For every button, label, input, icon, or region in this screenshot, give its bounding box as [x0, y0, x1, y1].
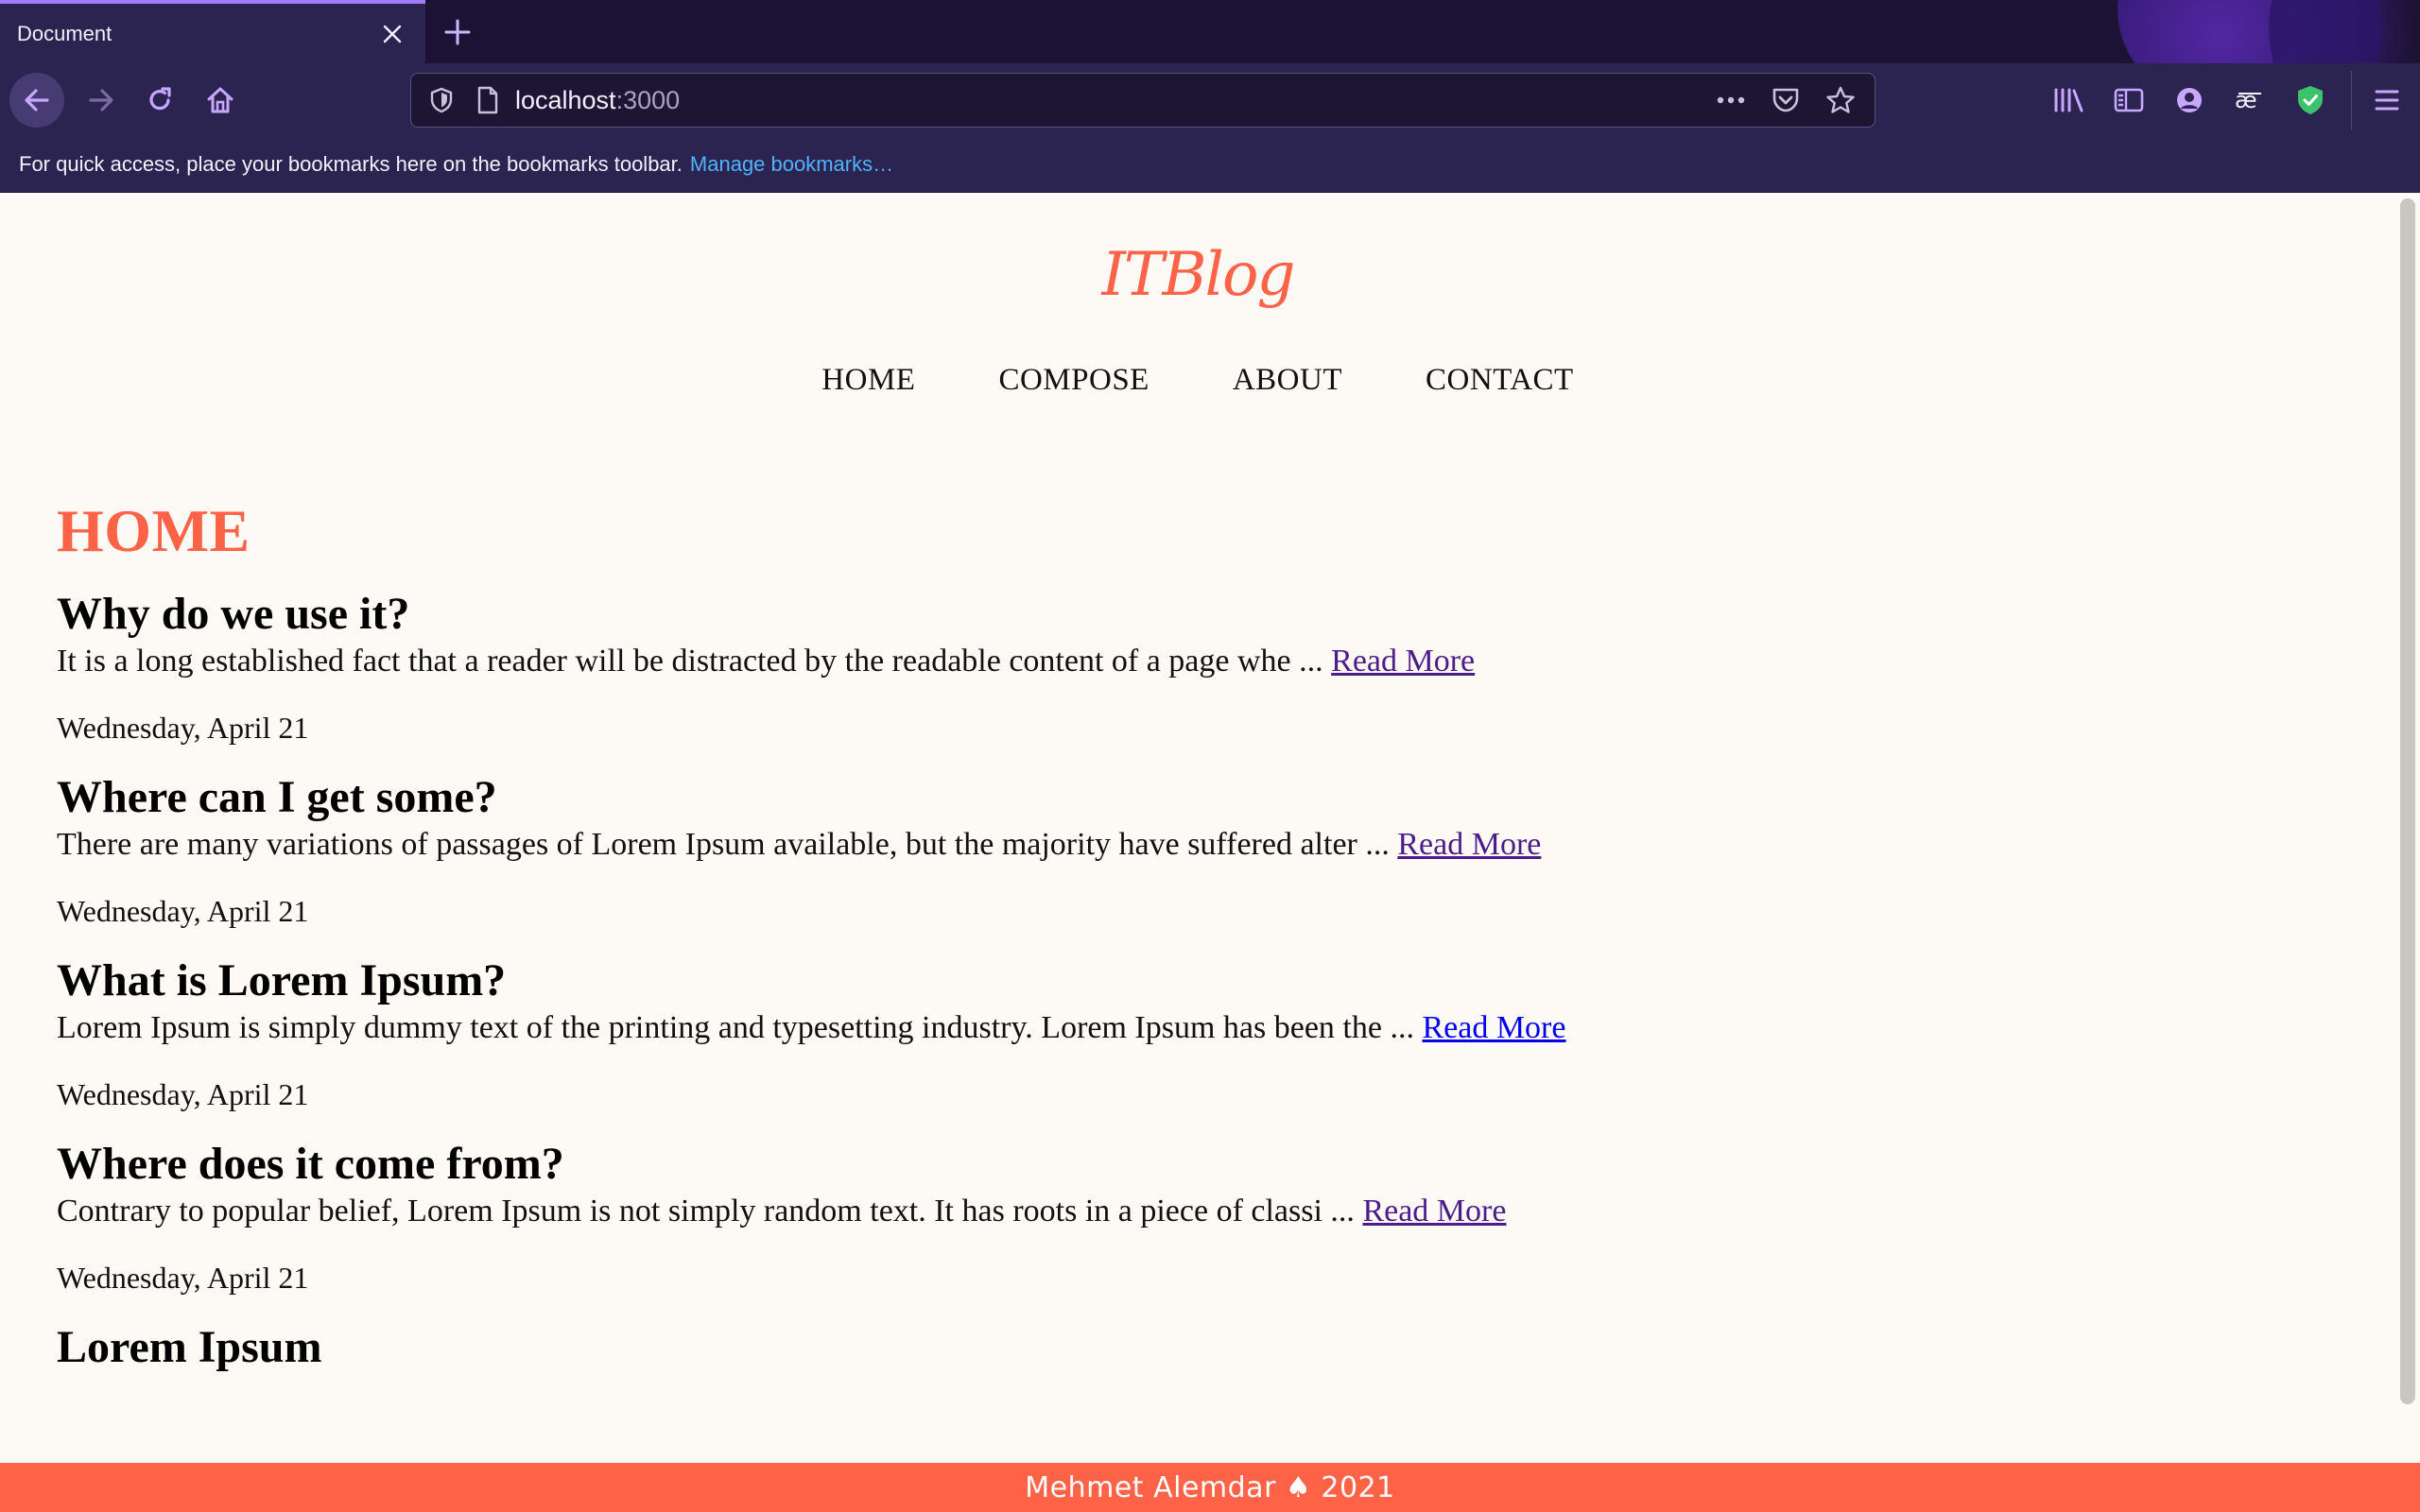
new-tab-button[interactable]	[437, 11, 478, 53]
post-title: Why do we use it?	[57, 589, 410, 639]
post-excerpt-text: Lorem Ipsum is simply dummy text of the …	[57, 1010, 1423, 1045]
page-title: HOME	[57, 497, 251, 564]
url-port: :3000	[615, 85, 681, 114]
arrow-left-icon	[25, 89, 49, 112]
navigation-toolbar: localhost:3000 æ	[0, 63, 2420, 137]
home-button[interactable]	[193, 73, 248, 128]
scrollbar-thumb[interactable]	[2400, 198, 2415, 1404]
url-text[interactable]: localhost:3000	[515, 86, 1714, 115]
read-more-link[interactable]: Read More	[1397, 827, 1541, 862]
tab-strip: Document	[0, 0, 2420, 63]
hamburger-menu-icon[interactable]	[2363, 77, 2411, 124]
site-nav: HOME COMPOSE ABOUT CONTACT	[0, 363, 2395, 398]
library-icon[interactable]	[2045, 77, 2092, 124]
plus-icon	[444, 19, 471, 45]
read-more-link[interactable]: Read More	[1422, 1010, 1565, 1045]
page-actions-menu-icon[interactable]	[1714, 83, 1748, 117]
site-logo-title[interactable]: ITBlog	[0, 240, 2395, 310]
toolbar-separator	[2351, 71, 2352, 129]
post-item: Lorem Ipsum	[57, 1321, 2325, 1374]
tab-title: Document	[17, 21, 112, 45]
home-icon	[207, 87, 233, 113]
post-date: Wednesday, April 21	[57, 1077, 309, 1111]
back-button[interactable]	[9, 73, 64, 128]
post-date: Wednesday, April 21	[57, 1261, 309, 1295]
post-item: Where does it come from? Contrary to pop…	[57, 1138, 2325, 1297]
manage-bookmarks-link[interactable]: Manage bookmarks…	[690, 152, 893, 177]
arrow-right-icon	[89, 89, 113, 112]
site-footer: Mehmet Alemdar ♠ 2021	[0, 1463, 2420, 1512]
url-host: localhost	[515, 85, 616, 114]
page-viewport: ITBlog HOME COMPOSE ABOUT CONTACT HOME W…	[0, 193, 2420, 1512]
footer-text: Mehmet Alemdar ♠ 2021	[1025, 1470, 1395, 1504]
close-icon[interactable]	[376, 18, 408, 50]
forward-button[interactable]	[74, 73, 129, 128]
url-bar[interactable]: localhost:3000	[410, 73, 1876, 128]
bookmark-star-icon[interactable]	[1824, 83, 1858, 117]
nav-compose[interactable]: COMPOSE	[998, 363, 1149, 398]
read-more-link[interactable]: Read More	[1331, 644, 1475, 679]
svg-text:æ: æ	[2235, 87, 2257, 113]
nav-home[interactable]: HOME	[821, 363, 915, 398]
post-excerpt-text: There are many variations of passages of…	[57, 827, 1398, 862]
post-excerpt: Contrary to popular belief, Lorem Ipsum …	[57, 1191, 2325, 1232]
read-more-link[interactable]: Read More	[1362, 1194, 1506, 1228]
post-title: Where can I get some?	[57, 772, 497, 822]
tracking-shield-icon[interactable]	[426, 85, 457, 115]
reload-icon	[149, 87, 171, 111]
page-scrollbar[interactable]	[2395, 193, 2420, 1512]
sidebar-icon[interactable]	[2105, 77, 2152, 124]
page-info-icon[interactable]	[474, 85, 502, 115]
adblock-shield-icon[interactable]	[2287, 77, 2334, 124]
post-excerpt-text: Contrary to popular belief, Lorem Ipsum …	[57, 1194, 1363, 1228]
post-item: Why do we use it? It is a long establish…	[57, 588, 2325, 747]
bookmarks-toolbar: For quick access, place your bookmarks h…	[0, 137, 2420, 193]
theme-decoration-secondary	[2269, 0, 2382, 63]
account-icon[interactable]	[2166, 77, 2213, 124]
nav-about[interactable]: ABOUT	[1233, 363, 1342, 398]
post-item: What is Lorem Ipsum? Lorem Ipsum is simp…	[57, 954, 2325, 1113]
post-date: Wednesday, April 21	[57, 711, 309, 745]
post-excerpt: There are many variations of passages of…	[57, 824, 2325, 866]
reload-button[interactable]	[132, 73, 187, 128]
post-excerpt: Lorem Ipsum is simply dummy text of the …	[57, 1007, 2325, 1049]
post-title: What is Lorem Ipsum?	[57, 955, 507, 1005]
main-content: HOME Why do we use it? It is a long esta…	[57, 493, 2325, 1374]
nav-contact[interactable]: CONTACT	[1426, 363, 1574, 398]
post-excerpt: It is a long established fact that a rea…	[57, 641, 2325, 682]
pocket-icon[interactable]	[1769, 83, 1803, 117]
post-title: Where does it come from?	[57, 1139, 564, 1189]
post-date: Wednesday, April 21	[57, 894, 309, 928]
tab-document[interactable]: Document	[0, 0, 425, 63]
post-excerpt-text: It is a long established fact that a rea…	[57, 644, 1332, 679]
post-title: Lorem Ipsum	[57, 1322, 322, 1372]
bookmarks-hint: For quick access, place your bookmarks h…	[19, 152, 683, 176]
browser-window: Document localhost:3000 æ For quick acce…	[0, 0, 2420, 1512]
post-item: Where can I get some? There are many var…	[57, 771, 2325, 930]
extension-ae-icon[interactable]: æ	[2226, 77, 2273, 124]
